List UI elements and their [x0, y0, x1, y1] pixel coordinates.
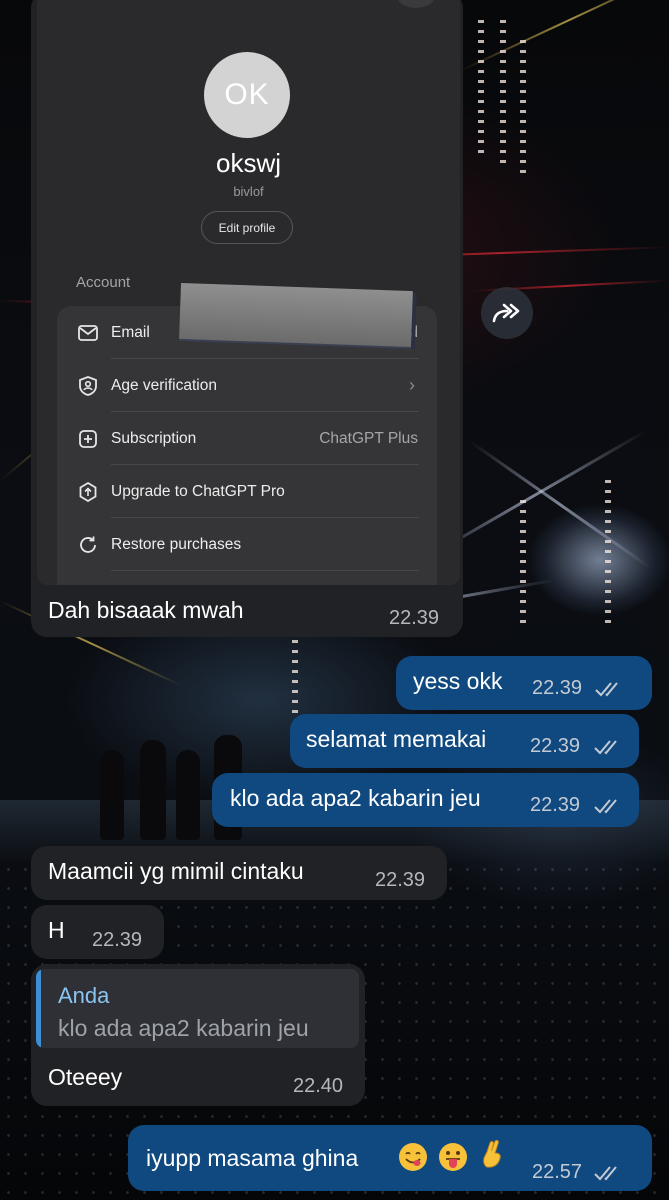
attached-screenshot[interactable]: OK okswj bivlof Edit profile Account Ema… [37, 0, 460, 585]
crossed-fingers-emoji [483, 1139, 501, 1168]
avatar: OK [204, 52, 290, 138]
edit-profile-button: Edit profile [201, 211, 293, 244]
message-text: Dah bisaaak mwah [48, 597, 244, 623]
stage-lights [292, 640, 298, 720]
incoming-message[interactable]: Maamcii yg mimil cintaku 22.39 [31, 846, 447, 900]
upgrade-badge-icon [79, 481, 97, 502]
double-check-icon [594, 740, 617, 755]
redaction-block [179, 282, 413, 348]
message-text: iyupp masama ghina [146, 1145, 359, 1171]
account-settings-card: Email d Age verification › Subscription … [57, 306, 437, 585]
message-text: klo ada apa2 kabarin jeu [230, 785, 481, 811]
message-time: 22.40 [293, 1075, 344, 1097]
shield-person-icon [79, 375, 97, 396]
message-time: 22.39 [530, 794, 581, 816]
performer-silhouette [140, 740, 166, 840]
mail-icon [78, 324, 98, 341]
reply-author: Anda [58, 983, 110, 1008]
message-text: Maamcii yg mimil cintaku [48, 858, 304, 884]
stage-lights [478, 20, 484, 160]
profile-username: bivlof [233, 184, 264, 199]
chevron-right-icon: › [409, 375, 415, 395]
message-time: 22.39 [389, 607, 440, 629]
plus-square-icon [79, 429, 97, 448]
incoming-reply-message[interactable]: Anda klo ada apa2 kabarin jeu Oteeey 22.… [31, 964, 365, 1106]
message-text: Oteeey [48, 1064, 123, 1090]
settings-row-value: ChatGPT Plus [319, 429, 418, 447]
message-time: 22.39 [92, 929, 143, 951]
account-section-label: Account [76, 274, 131, 291]
message-text: selamat memakai [306, 726, 487, 752]
stage-lights [520, 500, 526, 630]
outgoing-message[interactable]: iyupp masama ghina 22.57 [128, 1125, 652, 1191]
light-beam [459, 0, 669, 72]
stage-lights [605, 480, 611, 630]
reply-text: klo ada apa2 kabarin jeu [58, 1015, 309, 1041]
refresh-icon [80, 536, 96, 553]
reply-accent-bar [36, 969, 41, 1048]
stage-lights [500, 20, 506, 170]
settings-row-label: Subscription [111, 429, 197, 447]
savoring-face-emoji [399, 1143, 427, 1171]
quoted-reply[interactable]: Anda klo ada apa2 kabarin jeu [36, 969, 359, 1048]
message-text: H [48, 917, 65, 943]
settings-row-label: Restore purchases [111, 535, 242, 553]
performer-silhouette [100, 750, 124, 840]
double-check-icon [594, 1166, 617, 1181]
outgoing-message[interactable]: klo ada apa2 kabarin jeu 22.39 [212, 773, 639, 827]
message-time: 22.39 [530, 735, 581, 757]
message-time: 22.57 [532, 1161, 583, 1183]
forward-button[interactable] [481, 287, 533, 339]
incoming-message[interactable]: H 22.39 [31, 905, 164, 959]
profile-name: okswj [215, 148, 281, 178]
settings-row-restore: Restore purchases [57, 518, 437, 571]
message-text: yess okk [413, 668, 503, 694]
message-time: 22.39 [375, 869, 426, 891]
settings-row-label: Upgrade to ChatGPT Pro [111, 482, 285, 500]
outgoing-message[interactable]: selamat memakai 22.39 [290, 714, 639, 768]
outgoing-message[interactable]: yess okk 22.39 [396, 656, 652, 710]
screenshot-close-button [396, 0, 436, 8]
double-check-icon [595, 682, 618, 697]
settings-row-upgrade: Upgrade to ChatGPT Pro [57, 465, 437, 518]
tongue-face-emoji [439, 1143, 467, 1171]
stage-lights [520, 40, 526, 180]
settings-row-label: Email [111, 323, 150, 341]
message-time: 22.39 [532, 677, 583, 699]
double-check-icon [594, 799, 617, 814]
forward-icon [492, 303, 520, 323]
settings-row-label: Age verification [111, 376, 217, 394]
settings-row-age-verification: Age verification › [57, 359, 437, 412]
settings-row-subscription: Subscription ChatGPT Plus [57, 412, 437, 465]
performer-silhouette [176, 750, 200, 840]
light-beam [469, 440, 652, 569]
